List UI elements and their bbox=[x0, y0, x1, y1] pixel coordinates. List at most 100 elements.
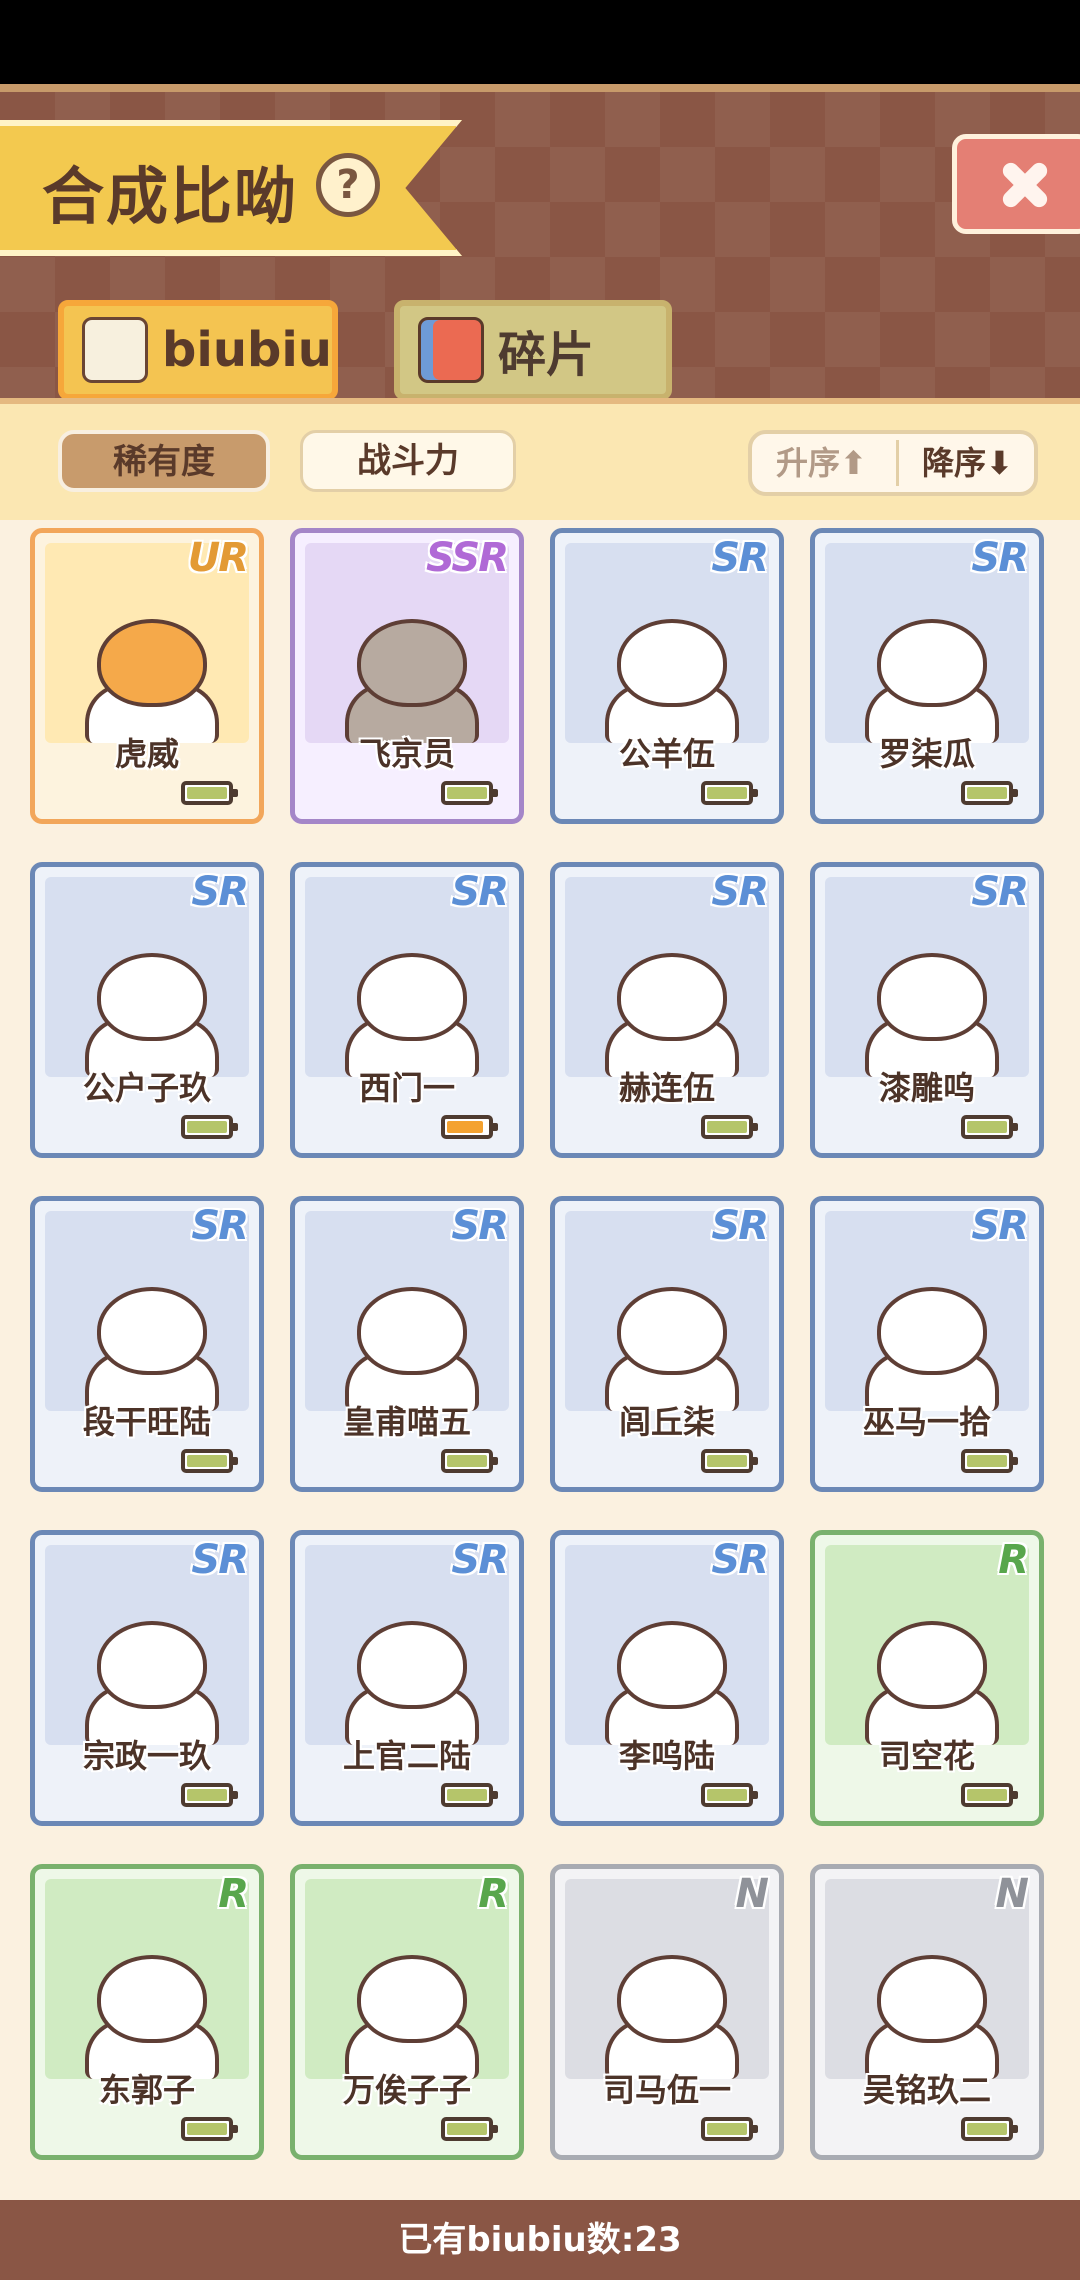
battery-icon bbox=[441, 2117, 498, 2141]
battery-fill bbox=[967, 1121, 1007, 1133]
cat-head-icon bbox=[617, 953, 727, 1041]
card-name: 飞京员 bbox=[358, 735, 455, 773]
character-card[interactable]: N 吴铭玖二 bbox=[810, 1864, 1044, 2160]
rarity-badge: SR bbox=[191, 1203, 249, 1249]
character-card[interactable]: SR 上官二陆 bbox=[290, 1530, 524, 1826]
card-name: 公户子玖 bbox=[82, 1069, 211, 1107]
battery-icon bbox=[441, 1115, 498, 1139]
sort-by-power-button[interactable]: 战斗力 bbox=[300, 430, 516, 492]
rarity-badge: SR bbox=[711, 1537, 769, 1583]
character-card[interactable]: SR 宗政一玖 bbox=[30, 1530, 264, 1826]
cat-head-icon bbox=[357, 619, 467, 707]
card-name: 公羊伍 bbox=[618, 735, 715, 773]
character-card[interactable]: N 司马伍一 bbox=[550, 1864, 784, 2160]
battery-icon bbox=[441, 781, 498, 805]
battery-fill bbox=[187, 787, 227, 799]
tab-fragments[interactable]: 碎片 bbox=[394, 300, 672, 400]
character-card[interactable]: SSR 飞京员 bbox=[290, 528, 524, 824]
battery-fill bbox=[707, 1789, 747, 1801]
cat-head-icon bbox=[97, 1621, 207, 1709]
card-name: 上官二陆 bbox=[342, 1737, 471, 1775]
rarity-badge: R bbox=[218, 1871, 249, 1917]
character-card[interactable]: R 司空花 bbox=[810, 1530, 1044, 1826]
rarity-badge: UR bbox=[187, 535, 249, 581]
cat-head-icon bbox=[617, 1621, 727, 1709]
battery-icon bbox=[961, 1115, 1018, 1139]
character-card[interactable]: SR 漆雕呜 bbox=[810, 862, 1044, 1158]
battery-icon bbox=[181, 781, 238, 805]
character-card[interactable]: R 万俟子子 bbox=[290, 1864, 524, 2160]
card-name: 巫马一拾 bbox=[862, 1403, 991, 1441]
sort-order-group: 升序⬆ 降序⬇ bbox=[748, 430, 1038, 496]
descending-button[interactable]: 降序⬇ bbox=[922, 434, 1013, 492]
cat-head-icon bbox=[877, 953, 987, 1041]
cat-head-icon bbox=[357, 953, 467, 1041]
battery-icon bbox=[701, 1115, 758, 1139]
character-card[interactable]: SR 闾丘柒 bbox=[550, 1196, 784, 1492]
character-card[interactable]: SR 段干旺陆 bbox=[30, 1196, 264, 1492]
character-card[interactable]: SR 李呜陆 bbox=[550, 1530, 784, 1826]
tab-biubiu[interactable]: biubiu bbox=[58, 300, 338, 400]
sort-by-rarity-button[interactable]: 稀有度 bbox=[58, 430, 270, 492]
cat-icon bbox=[82, 317, 148, 383]
character-card[interactable]: SR 公羊伍 bbox=[550, 528, 784, 824]
status-bar bbox=[0, 0, 1080, 84]
battery-icon bbox=[701, 1449, 758, 1473]
ascending-button[interactable]: 升序⬆ bbox=[776, 434, 867, 492]
rarity-badge: N bbox=[735, 1871, 770, 1917]
card-name: 司空花 bbox=[878, 1737, 975, 1775]
page-title: 合成比呦 bbox=[42, 160, 299, 233]
fragment-icon bbox=[418, 317, 484, 383]
character-card[interactable]: SR 罗柒瓜 bbox=[810, 528, 1044, 824]
character-card[interactable]: SR 西门一 bbox=[290, 862, 524, 1158]
cat-head-icon bbox=[617, 619, 727, 707]
cat-head-icon bbox=[617, 1955, 727, 2043]
cat-head-icon bbox=[357, 1955, 467, 2043]
rarity-badge: SR bbox=[971, 1203, 1029, 1249]
battery-fill bbox=[447, 787, 487, 799]
battery-icon bbox=[961, 2117, 1018, 2141]
character-card[interactable]: SR 巫马一拾 bbox=[810, 1196, 1044, 1492]
battery-icon bbox=[701, 2117, 758, 2141]
card-name: 吴铭玖二 bbox=[862, 2071, 991, 2109]
biubiu-count: 已有biubiu数:23 bbox=[0, 2200, 1080, 2280]
card-name: 虎威 bbox=[114, 735, 179, 773]
card-name: 西门一 bbox=[358, 1069, 455, 1107]
rarity-badge: SSR bbox=[426, 535, 509, 581]
rarity-badge: R bbox=[998, 1537, 1029, 1583]
cat-head-icon bbox=[617, 1287, 727, 1375]
battery-fill bbox=[187, 1789, 227, 1801]
cat-head-icon bbox=[97, 1287, 207, 1375]
card-name: 段干旺陆 bbox=[82, 1403, 211, 1441]
battery-icon bbox=[961, 1449, 1018, 1473]
card-name: 皇甫喵五 bbox=[342, 1403, 471, 1441]
battery-icon bbox=[961, 1783, 1018, 1807]
rarity-badge: SR bbox=[191, 1537, 249, 1583]
cat-head-icon bbox=[97, 1955, 207, 2043]
battery-icon bbox=[961, 781, 1018, 805]
character-card[interactable]: UR 虎威 bbox=[30, 528, 264, 824]
card-name: 赫连伍 bbox=[618, 1069, 715, 1107]
battery-fill bbox=[447, 2123, 487, 2135]
battery-fill bbox=[187, 2123, 227, 2135]
battery-icon bbox=[181, 1783, 238, 1807]
battery-fill bbox=[967, 1789, 1007, 1801]
rarity-badge: SR bbox=[451, 1537, 509, 1583]
battery-fill bbox=[967, 787, 1007, 799]
character-card[interactable]: SR 皇甫喵五 bbox=[290, 1196, 524, 1492]
battery-fill bbox=[447, 1789, 487, 1801]
cat-head-icon bbox=[877, 619, 987, 707]
rarity-badge: SR bbox=[191, 869, 249, 915]
battery-icon bbox=[441, 1783, 498, 1807]
cat-head-icon bbox=[97, 953, 207, 1041]
battery-fill bbox=[707, 1455, 747, 1467]
close-button[interactable] bbox=[952, 134, 1080, 234]
character-card[interactable]: SR 赫连伍 bbox=[550, 862, 784, 1158]
rarity-badge: SR bbox=[971, 869, 1029, 915]
battery-icon bbox=[441, 1449, 498, 1473]
character-card[interactable]: R 东郭子 bbox=[30, 1864, 264, 2160]
help-icon[interactable]: ? bbox=[316, 153, 380, 217]
sort-divider bbox=[896, 440, 899, 486]
character-card[interactable]: SR 公户子玖 bbox=[30, 862, 264, 1158]
cat-head-icon bbox=[877, 1621, 987, 1709]
